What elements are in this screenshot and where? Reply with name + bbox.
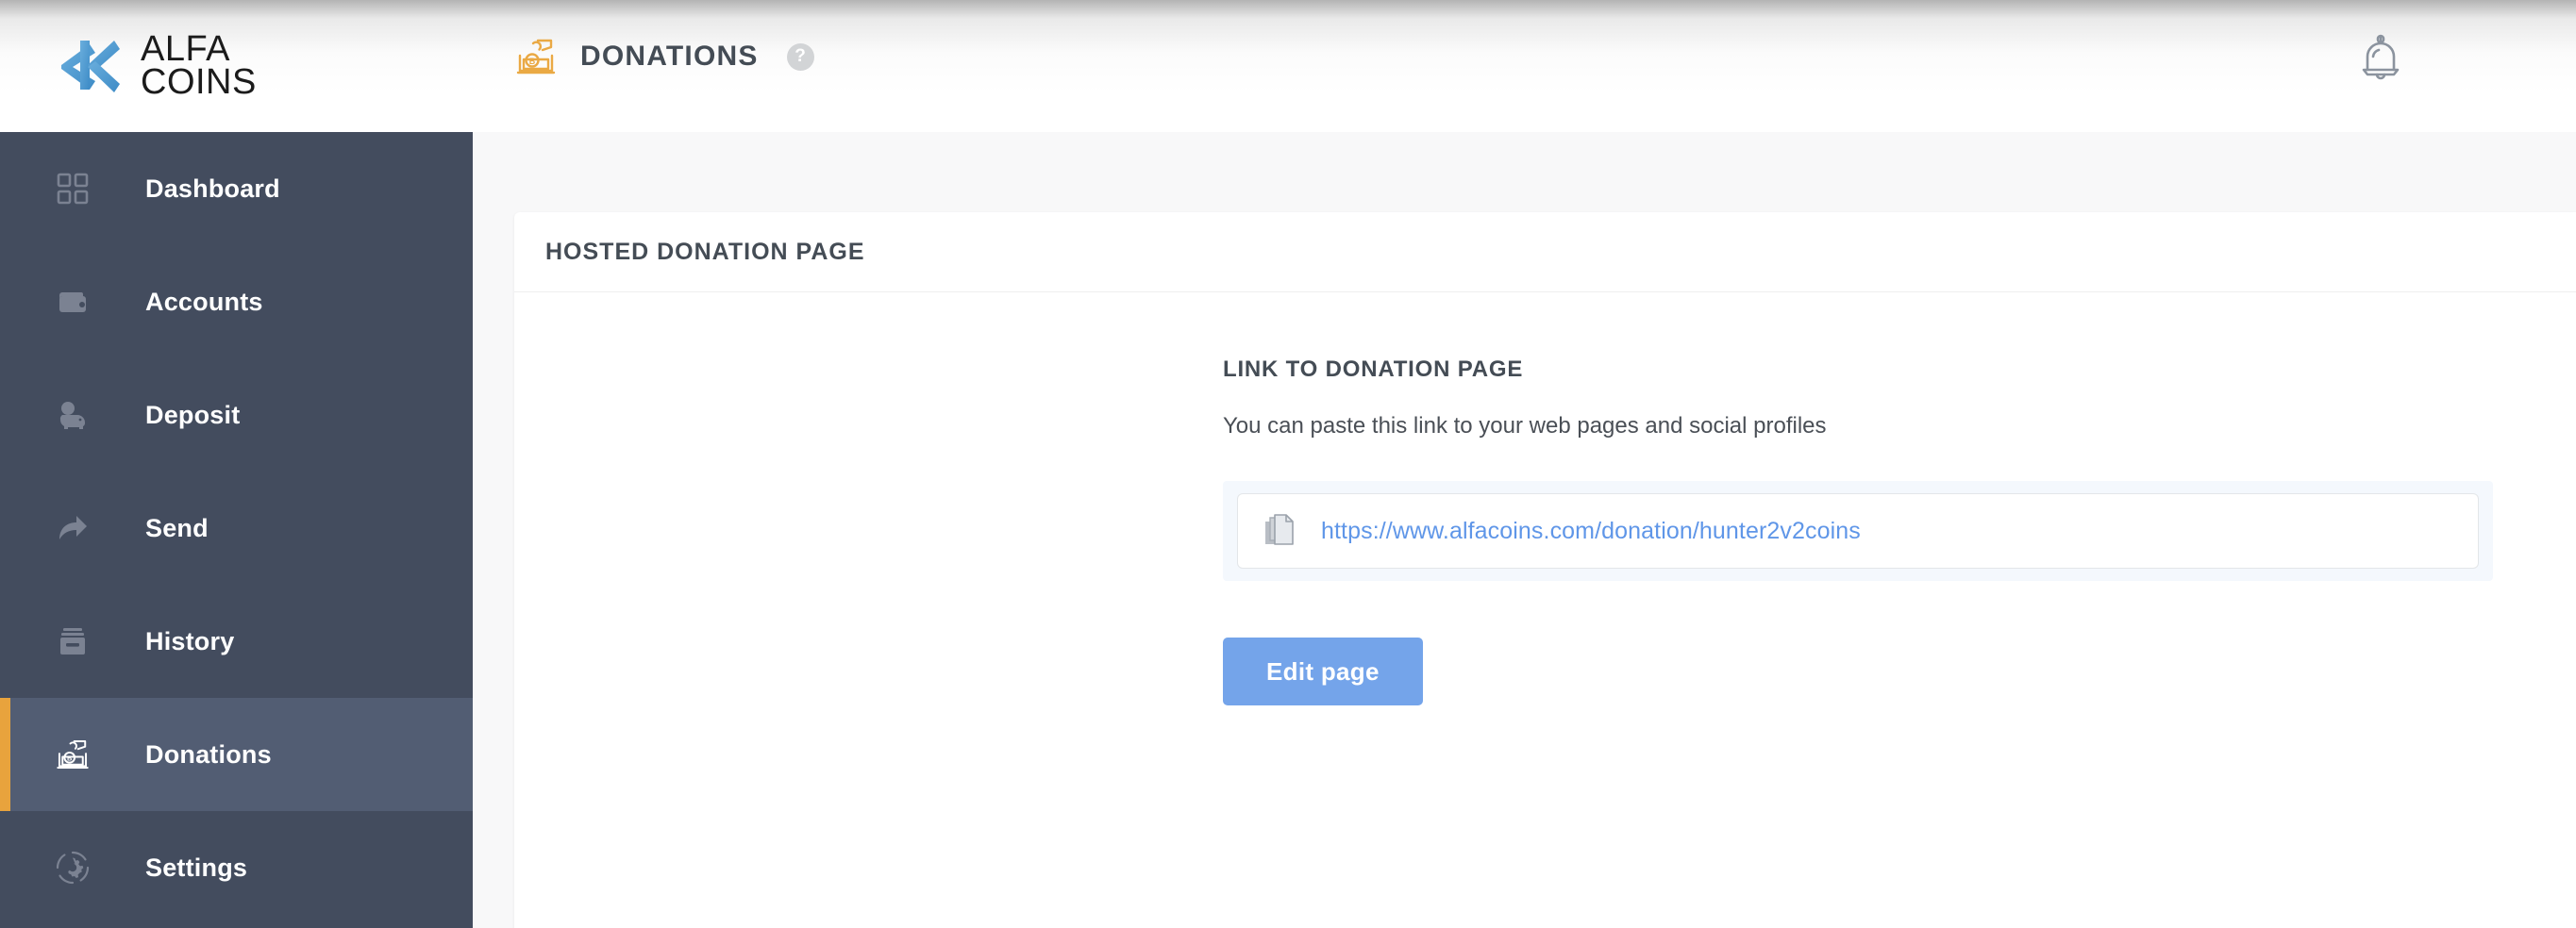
sidebar-item-accounts[interactable]: Accounts [0, 245, 473, 358]
sidebar-item-send[interactable]: Send [0, 472, 473, 585]
section-label: LINK TO DONATION PAGE [1223, 356, 1524, 382]
donation-box-icon: B [516, 39, 556, 75]
card-body: LINK TO DONATION PAGE You can paste this… [514, 292, 2576, 928]
sidebar-item-label: Donations [145, 739, 272, 769]
brand-logo-line1: ALFA [141, 29, 230, 70]
top-header: ALFA COINS B DONATIONS ? [0, 0, 2576, 132]
sidebar-item-history[interactable]: History [0, 585, 473, 698]
alfacoins-logo-icon [61, 41, 120, 92]
svg-text:B: B [529, 57, 536, 66]
gear-icon [53, 848, 92, 887]
sidebar-item-label: Deposit [145, 400, 241, 429]
donation-link-url[interactable]: https://www.alfacoins.com/donation/hunte… [1321, 518, 1861, 545]
sidebar-item-donations[interactable]: B Donations [0, 698, 473, 811]
donation-link-field[interactable]: https://www.alfacoins.com/donation/hunte… [1237, 493, 2479, 569]
brand-logo-text: ALFA COINS [141, 29, 257, 102]
section-description: You can paste this link to your web page… [1223, 413, 1827, 439]
wallet-icon [53, 282, 92, 322]
sidebar-item-settings[interactable]: Settings [0, 811, 473, 924]
page-title-group: B DONATIONS ? [514, 30, 814, 83]
notification-bell-button[interactable] [2357, 34, 2404, 85]
help-icon[interactable]: ? [786, 42, 814, 71]
sidebar-nav: Dashboard Accounts Deposit Send History … [0, 132, 473, 928]
donation-box-icon: B [53, 735, 92, 774]
app-root: ALFA COINS B DONATIONS ? Dashboard Accou… [0, 0, 2576, 928]
grid-dashboard-icon [53, 169, 92, 208]
notification-bell-icon [2362, 34, 2400, 80]
card-header: HOSTED DONATION PAGE [514, 212, 2576, 292]
brand-logo-line2: COINS [141, 62, 257, 102]
sidebar-item-label: Dashboard [145, 174, 280, 203]
share-arrow-icon [53, 508, 92, 548]
hosted-donation-page-card: HOSTED DONATION PAGE LINK TO DONATION PA… [514, 212, 2576, 928]
card-title: HOSTED DONATION PAGE [545, 238, 865, 265]
donation-link-container: https://www.alfacoins.com/donation/hunte… [1223, 481, 2493, 581]
page-title: DONATIONS [580, 41, 759, 72]
sidebar-item-dashboard[interactable]: Dashboard [0, 132, 473, 245]
sidebar-item-label: Send [145, 513, 209, 542]
link-to-donation-page-section: LINK TO DONATION PAGE You can paste this… [1223, 356, 2493, 705]
copy-documents-icon[interactable] [1264, 514, 1296, 548]
svg-text:B: B [67, 754, 73, 763]
sidebar-item-deposit[interactable]: Deposit [0, 358, 473, 472]
archive-box-icon [53, 621, 92, 661]
sidebar-item-label: History [145, 626, 235, 655]
piggy-bank-icon [53, 395, 92, 435]
edit-page-button[interactable]: Edit page [1223, 638, 1423, 705]
sidebar-item-label: Settings [145, 853, 248, 882]
sidebar-item-label: Accounts [145, 287, 263, 316]
brand-logo[interactable]: ALFA COINS [52, 19, 257, 113]
main-content: HOSTED DONATION PAGE LINK TO DONATION PA… [473, 132, 2576, 928]
